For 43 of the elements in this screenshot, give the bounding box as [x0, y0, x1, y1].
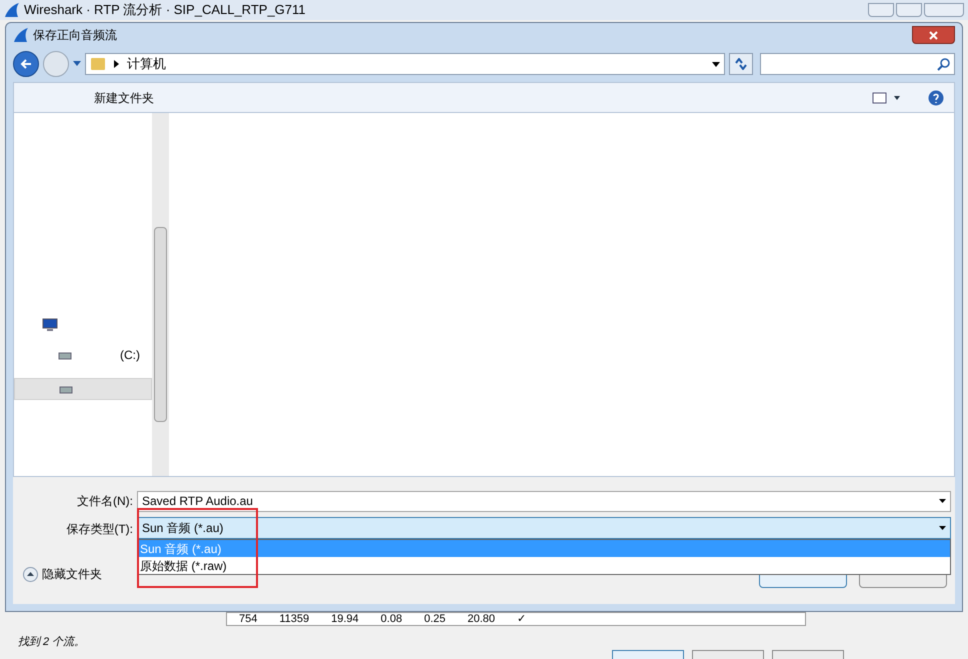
dropdown-arrow-icon	[939, 526, 946, 530]
dropdown-arrow-icon[interactable]	[712, 62, 720, 66]
help-icon[interactable]	[928, 90, 944, 106]
search-field[interactable]	[760, 53, 955, 75]
computer-icon	[42, 318, 58, 332]
folder-icon	[90, 57, 106, 71]
view-options-icon[interactable]	[872, 92, 902, 104]
shark-fin-icon	[4, 2, 20, 18]
field-label: 文件名(N):	[76, 493, 133, 510]
back-arrow-icon	[19, 57, 33, 71]
dialog-title: 保存正向音频流	[33, 27, 117, 44]
minimize-button[interactable]	[868, 3, 894, 17]
table-cell-text: ✓	[517, 612, 526, 627]
refresh-button[interactable]	[729, 53, 753, 75]
table-cell-text: 11359	[279, 612, 310, 627]
window-title: Wireshark · RTP 流分析 · SIP_CALL_RTP_G711	[24, 1, 306, 20]
field-label: 保存类型(T):	[65, 521, 133, 538]
filename-field[interactable]: Saved RTP Audio.au	[137, 490, 951, 512]
sidebar-item[interactable]: (C:)	[14, 344, 152, 366]
new-folder-button[interactable]: 新建文件夹	[94, 88, 154, 106]
table-cell-text: 754	[239, 612, 258, 627]
scrollbar[interactable]	[152, 113, 169, 476]
table-cell-text: 0.25	[424, 612, 446, 627]
hide-folders-button[interactable]: 隐藏文件夹	[42, 565, 102, 583]
address-bar[interactable]: 计算机	[85, 53, 725, 75]
back-button[interactable]	[13, 51, 39, 77]
search-icon	[937, 58, 950, 70]
dropdown-option[interactable]: 原始数据 (*.raw)	[138, 557, 950, 574]
filetype-dropdown[interactable]: Sun 音频 (*.au)	[137, 517, 951, 539]
refresh-icon	[734, 58, 748, 70]
table-cell-text: 20.80	[468, 612, 496, 627]
breadcrumb-item[interactable]: 计算机	[127, 54, 166, 74]
close-icon	[929, 30, 938, 40]
table-cell-text: 19.94	[331, 612, 359, 627]
chevron-icon	[114, 60, 119, 68]
status-text: 找到 2 个流。	[18, 634, 86, 650]
shark-fin-icon	[13, 27, 29, 43]
maximize-button[interactable]	[896, 3, 922, 17]
scrollbar-thumb[interactable]	[154, 227, 167, 422]
dropdown-arrow-icon	[939, 499, 946, 503]
table-cell-text: 0.08	[380, 612, 402, 627]
collapse-icon[interactable]	[23, 566, 38, 582]
close-button[interactable]	[912, 26, 955, 44]
